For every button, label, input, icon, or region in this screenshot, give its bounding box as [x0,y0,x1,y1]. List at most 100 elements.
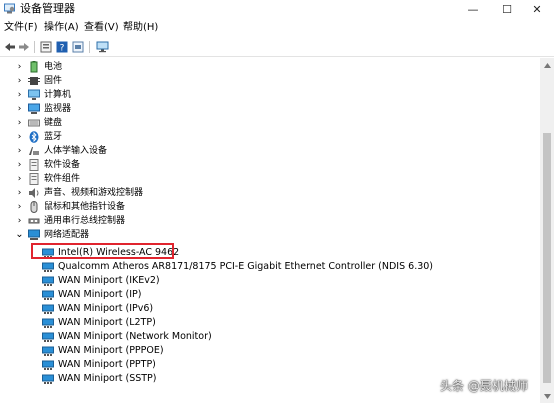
chevron-right-icon[interactable]: › [15,200,24,214]
network-adapter-item[interactable]: WAN Miniport (IP) [0,288,540,302]
network-adapter-item[interactable]: Qualcomm Atheros AR8171/8175 PCI-E Gigab… [0,260,540,274]
menu-action[interactable]: 操作(A) [44,22,79,34]
chevron-right-icon[interactable]: › [15,144,24,158]
tree-category-computer[interactable]: › 计算机 [0,88,540,102]
toolbar-separator [89,41,90,53]
network-adapter-item[interactable]: WAN Miniport (Network Monitor) [0,330,540,344]
device-manager-window: 设备管理器 — ☐ ✕ 文件(F) 操作(A) 查看(V) 帮助(H) ? › … [0,0,554,403]
tree-category-label: 人体学输入设备 [44,146,108,156]
chevron-right-icon[interactable]: › [15,102,24,116]
chevron-right-icon[interactable]: › [15,158,24,172]
maximize-button[interactable]: ☐ [490,0,524,18]
vertical-scrollbar[interactable] [540,58,554,403]
network-adapter-label: WAN Miniport (SSTP) [58,373,157,384]
chevron-right-icon[interactable]: › [15,60,24,74]
update-driver-button[interactable] [71,40,85,54]
help-icon: ? [56,41,68,53]
minimize-icon: — [467,2,479,16]
forward-button[interactable] [17,40,31,54]
tree-category-label: 通用串行总线控制器 [44,216,126,226]
network-adapter-label: WAN Miniport (Network Monitor) [58,331,212,342]
tree-category-label: 蓝牙 [44,132,63,142]
network-adapter-icon [42,374,54,384]
chevron-right-icon[interactable]: › [15,172,24,186]
tree-category-mouse[interactable]: › 鼠标和其他指针设备 [0,200,540,214]
network-adapter-label: WAN Miniport (IP) [58,289,142,300]
chevron-right-icon[interactable]: › [15,186,24,200]
network-adapter-icon [42,304,54,314]
close-button[interactable]: ✕ [520,0,554,18]
network-adapter-label: Qualcomm Atheros AR8171/8175 PCI-E Gigab… [58,261,434,272]
network-adapter-icon [42,276,54,286]
network-adapter-icon [28,229,40,240]
network-adapter-icon [42,360,54,370]
chevron-right-icon[interactable]: › [15,74,24,88]
tree-category-label: 软件设备 [44,160,81,170]
properties-button[interactable] [39,40,53,54]
network-adapter-item[interactable]: WAN Miniport (PPPOE) [0,344,540,358]
network-adapter-icon [42,290,54,300]
hid-icon [29,147,39,155]
tree-category-keyboard[interactable]: › 键盘 [0,116,540,130]
chevron-right-icon[interactable]: › [15,88,24,102]
chevron-down-icon[interactable]: ⌄ [15,228,24,242]
scrollbar-thumb[interactable] [543,133,551,383]
minimize-button[interactable]: — [456,0,490,18]
tree-category-sound[interactable]: › 声音、视频和游戏控制器 [0,186,540,200]
tree-category-label: 鼠标和其他指针设备 [44,202,126,212]
maximize-icon: ☐ [502,2,512,16]
tree-category-label: 电池 [44,62,63,72]
network-adapter-item[interactable]: WAN Miniport (PPTP) [0,358,540,372]
back-button[interactable] [3,40,17,54]
network-adapter-label: WAN Miniport (IPv6) [58,303,154,314]
network-adapter-item[interactable]: WAN Miniport (IKEv2) [0,274,540,288]
tree-category-monitor[interactable]: › 监视器 [0,102,540,116]
caret-down-icon [543,393,551,399]
properties-icon [40,41,52,53]
software-component-icon [29,173,39,185]
tree-category-label: 软件组件 [44,174,81,184]
menu-help[interactable]: 帮助(H) [123,22,158,34]
tree-category-battery[interactable]: › 电池 [0,60,540,74]
chevron-right-icon[interactable]: › [15,130,24,144]
bluetooth-icon [29,131,39,143]
network-adapter-label: WAN Miniport (PPPOE) [58,345,164,356]
close-icon: ✕ [532,2,542,16]
tree-category-hid[interactable]: › 人体学输入设备 [0,144,540,158]
help-button[interactable]: ? [55,40,69,54]
title-bar[interactable]: 设备管理器 — ☐ ✕ [0,0,554,18]
tree-category-firmware[interactable]: › 固件 [0,74,540,88]
svg-text:?: ? [60,44,65,54]
network-adapter-label: WAN Miniport (L2TP) [58,317,156,328]
menu-file[interactable]: 文件(F) [4,22,38,34]
network-adapter-icon [42,318,54,328]
network-adapter-icon [42,346,54,356]
menu-view[interactable]: 查看(V) [84,22,119,34]
chevron-right-icon[interactable]: › [15,116,24,130]
network-adapter-label: WAN Miniport (IKEv2) [58,275,160,286]
tree-category-label: 计算机 [44,90,72,100]
tree-category-bluetooth[interactable]: › 蓝牙 [0,130,540,144]
tree-category-software-component[interactable]: › 软件组件 [0,172,540,186]
window-title: 设备管理器 [20,2,75,15]
device-tree[interactable]: › 电池 › 固件 › 计算机 › 监视器 › 键盘 › 蓝牙 › 人体学输入设… [0,58,540,403]
battery-icon [30,61,38,73]
usb-icon [28,218,40,224]
caret-up-icon [543,62,551,68]
tree-category-software-device[interactable]: › 软件设备 [0,158,540,172]
mouse-icon [30,201,38,213]
network-adapter-item[interactable]: WAN Miniport (L2TP) [0,316,540,330]
device-manager-icon [4,3,15,14]
back-arrow-icon [5,43,15,51]
menu-bar: 文件(F) 操作(A) 查看(V) 帮助(H) [0,20,554,36]
scan-hardware-button[interactable] [95,40,109,54]
scroll-up-button[interactable] [543,61,551,69]
toolbar: ? [0,38,554,57]
tree-category-network-adapters[interactable]: ⌄ 网络适配器 [0,228,540,242]
network-adapter-item[interactable]: WAN Miniport (IPv6) [0,302,540,316]
toolbar-separator [34,41,35,53]
tree-category-usb[interactable]: › 通用串行总线控制器 [0,214,540,228]
chevron-right-icon[interactable]: › [15,214,24,228]
tree-category-label: 声音、视频和游戏控制器 [44,188,144,198]
scroll-down-button[interactable] [543,392,551,400]
